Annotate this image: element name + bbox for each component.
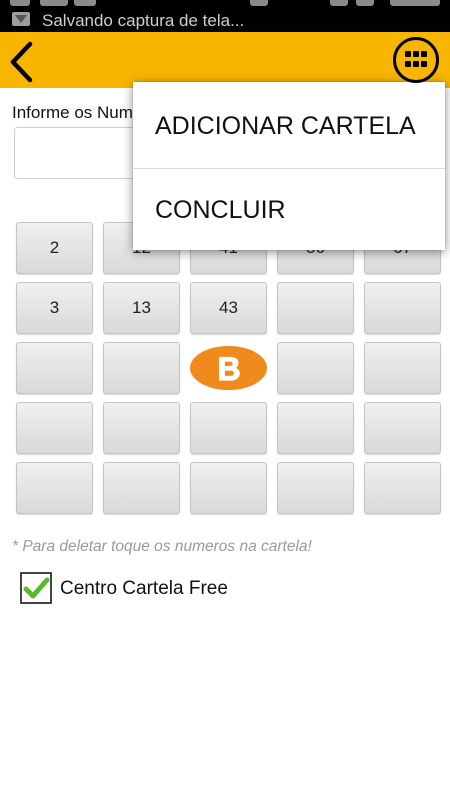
overflow-menu-button[interactable] [393, 37, 439, 83]
checkmark-icon [23, 577, 50, 599]
bingo-cell[interactable]: 3 [16, 282, 93, 334]
center-logo-cell: B [190, 342, 267, 394]
status-bar: Salvando captura de tela... [0, 0, 450, 32]
bingo-cell[interactable] [103, 402, 180, 454]
clock [390, 0, 440, 6]
bingo-cell[interactable] [364, 282, 441, 334]
delete-hint: * Para deletar toque os numeros na carte… [12, 538, 312, 555]
bingo-cell[interactable] [190, 402, 267, 454]
bingo-cell[interactable] [277, 282, 354, 334]
bingo-cell[interactable] [16, 462, 93, 514]
center-free-checkbox[interactable] [20, 572, 52, 604]
bingo-cell[interactable] [364, 462, 441, 514]
status-system-icons [10, 0, 30, 6]
alarm-icon [250, 0, 268, 6]
status-system-icons-3 [74, 0, 96, 6]
bingo-cell[interactable] [16, 342, 93, 394]
bingo-cell[interactable] [277, 402, 354, 454]
notification-text: Salvando captura de tela... [42, 11, 245, 30]
back-chevron-icon [10, 41, 33, 83]
bingo-card: 21241566731343B [16, 222, 441, 514]
app-toolbar [0, 32, 450, 88]
signal-icon [330, 0, 348, 6]
svg-text:B: B [217, 352, 240, 384]
overflow-menu: ADICIONAR CARTELA CONCLUIR [133, 82, 445, 250]
bingo-cell[interactable] [277, 342, 354, 394]
bingo-cell[interactable] [16, 402, 93, 454]
bingo-cell[interactable]: 2 [16, 222, 93, 274]
bingo-cell[interactable]: 13 [103, 282, 180, 334]
bingo-cell[interactable] [364, 402, 441, 454]
battery-icon [356, 0, 374, 6]
bingo-cell[interactable] [103, 342, 180, 394]
back-button[interactable] [4, 36, 44, 84]
bingo-cell[interactable] [103, 462, 180, 514]
bingo-cell[interactable] [277, 462, 354, 514]
bingo-cell[interactable] [364, 342, 441, 394]
bingo-cell[interactable] [190, 462, 267, 514]
menu-item-add-card[interactable]: ADICIONAR CARTELA [133, 84, 445, 168]
menu-item-finish[interactable]: CONCLUIR [133, 168, 445, 252]
center-free-label: Centro Cartela Free [60, 578, 228, 599]
bingo-cell[interactable]: 43 [190, 282, 267, 334]
gallery-icon [12, 12, 30, 26]
bingo-logo-icon: B [190, 346, 267, 390]
grid-menu-icon [405, 51, 427, 69]
status-system-icons-2 [40, 0, 68, 6]
